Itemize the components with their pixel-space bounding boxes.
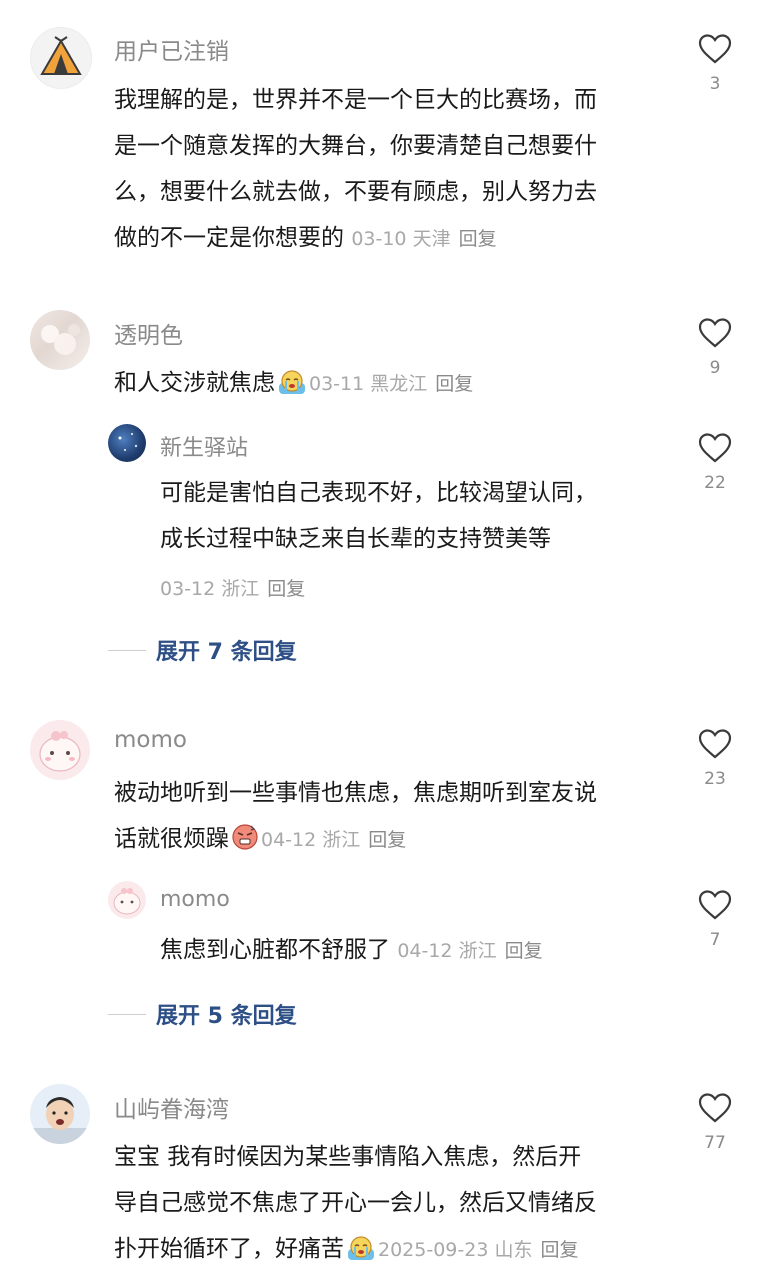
reply-button[interactable]: 回复 (368, 829, 406, 851)
reply-button[interactable]: 回复 (540, 1239, 578, 1261)
like-count: 22 (704, 473, 726, 493)
comment-meta: 03-11 黑龙江 (309, 373, 428, 395)
comment-meta-row: 03-12 浙江 回复 (160, 574, 305, 601)
avatar[interactable] (30, 720, 90, 780)
comment-meta: 03-10 天津 (351, 228, 451, 250)
flower-icon (41, 324, 80, 355)
avatar[interactable] (108, 424, 146, 462)
comment-meta: 03-12 浙江 (160, 578, 260, 600)
heart-icon (698, 729, 732, 759)
divider (108, 1013, 146, 1015)
avatar[interactable] (30, 310, 90, 370)
like-button[interactable]: 9 (685, 318, 745, 378)
child-photo-icon (30, 1097, 90, 1144)
comment-text: 可能是害怕自己表现不好，比较渴望认同， 成长过程中缺乏来自长辈的支持赞美等 (160, 480, 597, 552)
like-button[interactable]: 22 (685, 433, 745, 493)
comment-meta: 2025-09-23 山东 (378, 1239, 533, 1261)
comment-text: 焦虑到心脏都不舒服了 04-12 浙江 回复 (160, 937, 543, 963)
comment-meta: 04-12 浙江 (397, 940, 497, 962)
divider (108, 649, 146, 651)
cartoon-face-icon (113, 888, 141, 915)
comment-text: 被动地听到一些事情也焦虑，焦虑期听到室友说 话就很烦躁 04-12 浙江 回复 (114, 770, 674, 867)
like-count: 7 (709, 930, 721, 950)
like-count: 23 (704, 769, 726, 789)
like-count: 3 (709, 74, 721, 94)
username[interactable]: 新生驿站 (160, 430, 248, 462)
reply-button[interactable]: 回复 (459, 228, 497, 250)
heart-icon (698, 1093, 732, 1123)
like-button[interactable]: 7 (685, 890, 745, 950)
avatar[interactable] (108, 881, 146, 919)
like-button[interactable]: 77 (685, 1093, 745, 1153)
expand-replies-button[interactable]: 展开 7 条回复 (108, 634, 297, 666)
like-count: 9 (709, 358, 721, 378)
username[interactable]: 用户已注销 (114, 32, 229, 66)
like-count: 77 (704, 1133, 726, 1153)
crying-emoji (346, 1231, 376, 1277)
comment-text: 和人交涉就焦虑 03-11 黑龙江 回复 (114, 360, 674, 411)
like-button[interactable]: 23 (685, 729, 745, 789)
tent-icon (40, 36, 82, 75)
heart-icon (698, 433, 732, 463)
reply-button[interactable]: 回复 (435, 373, 473, 395)
crying-emoji (277, 365, 307, 411)
username[interactable]: 透明色 (114, 316, 183, 350)
heart-icon (698, 890, 732, 920)
reply-button[interactable]: 回复 (505, 940, 543, 962)
like-button[interactable]: 3 (685, 34, 745, 94)
reply-button[interactable]: 回复 (267, 578, 305, 600)
comment-meta: 04-12 浙江 (261, 829, 361, 851)
avatar[interactable] (30, 27, 92, 89)
username[interactable]: 山屿眷海湾 (114, 1090, 229, 1124)
comment-text: 我理解的是，世界并不是一个巨大的比赛场，而 是一个随意发挥的大舞台，你要清楚自己… (114, 87, 597, 251)
cartoon-face-icon (39, 731, 81, 772)
heart-icon (698, 318, 732, 348)
expand-replies-button[interactable]: 展开 5 条回复 (108, 998, 297, 1030)
annoyed-emoji (231, 821, 259, 867)
star-icon (118, 433, 138, 451)
avatar[interactable] (30, 1084, 90, 1144)
heart-icon (698, 34, 732, 64)
username[interactable]: momo (114, 727, 187, 753)
comment-text: 宝宝 我有时候因为某些事情陷入焦虑，然后开 导自己感觉不焦虑了开心一会儿，然后又… (114, 1134, 674, 1277)
username[interactable]: momo (160, 887, 230, 912)
